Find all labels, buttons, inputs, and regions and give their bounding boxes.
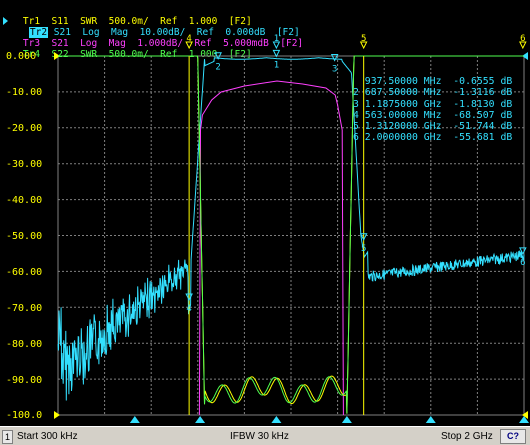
y-tick-label: -50.00 bbox=[6, 231, 43, 242]
y-tick-label: -20.00 bbox=[6, 123, 43, 134]
y-tick-label: -90.00 bbox=[6, 375, 43, 386]
start-frequency[interactable]: Start 300 kHz bbox=[17, 430, 78, 443]
measurement-plot[interactable]: 1 2 3 4 5 6 4 5 1 6 bbox=[0, 0, 530, 426]
y-tick-label: 0.000 bbox=[6, 51, 37, 62]
y-tick-label: -80.00 bbox=[6, 339, 43, 350]
y-tick-label: -40.00 bbox=[6, 195, 43, 206]
bottom-marker-icon bbox=[195, 416, 206, 423]
marker-top-flag-label: 5 bbox=[361, 34, 366, 44]
marker-top-flag-label: 1 bbox=[274, 34, 279, 44]
reference-arrow-icon bbox=[54, 411, 60, 419]
marker-top-flag-label: 4 bbox=[186, 34, 191, 44]
bottom-marker-icon bbox=[129, 416, 140, 423]
marker-readout-table: 937.50000 MHz -0.6555 dB 2 687.50000 MHz … bbox=[353, 76, 512, 144]
marker-triangle-icon bbox=[330, 54, 339, 62]
ifbw-setting[interactable]: IFBW 30 kHz bbox=[230, 430, 289, 443]
y-tick-label: -10.00 bbox=[6, 87, 43, 98]
marker-readout-row: 3 1.1875000 GHz -1.8130 dB bbox=[353, 98, 513, 110]
bottom-marker-icon bbox=[425, 416, 436, 423]
calibration-status-button[interactable]: C? bbox=[500, 429, 526, 444]
y-tick-label: -30.00 bbox=[6, 159, 43, 170]
marker-readout-row: 5 1.3120000 GHz -51.744 dB bbox=[353, 121, 513, 133]
marker-triangle-icon bbox=[272, 49, 281, 58]
marker-number-label: 2 bbox=[215, 63, 220, 73]
analyzer-screen: Tr1 S11 SWR 500.0m/ Ref 1.000 [F2] Tr2 S… bbox=[0, 0, 530, 445]
marker-readout-row: 6 2.0000000 GHz -55.681 dB bbox=[353, 132, 513, 144]
bottom-marker-icon bbox=[341, 416, 352, 423]
status-bar: 1 Start 300 kHz IFBW 30 kHz Stop 2 GHz C… bbox=[0, 426, 530, 445]
bottom-marker-icon bbox=[271, 416, 282, 423]
marker-top-flag-label: 6 bbox=[520, 34, 525, 44]
stop-frequency[interactable]: Stop 2 GHz bbox=[441, 430, 493, 443]
y-tick-label: -60.00 bbox=[6, 267, 43, 278]
marker-number-label: 5 bbox=[361, 244, 366, 254]
marker-readout-row: 2 687.50000 MHz -1.3116 dB bbox=[353, 87, 513, 99]
marker-readout-row: 937.50000 MHz -0.6555 dB bbox=[353, 76, 513, 87]
marker-number-label: 3 bbox=[332, 65, 337, 75]
trace-s21-finescale bbox=[198, 80, 344, 416]
y-tick-label: -100.0 bbox=[6, 410, 43, 421]
marker-number-label: 4 bbox=[186, 304, 191, 314]
y-tick-label: -70.00 bbox=[6, 303, 43, 314]
marker-number-label: 1 bbox=[274, 60, 279, 70]
marker-number-label: 6 bbox=[520, 258, 525, 268]
channel-indicator[interactable]: 1 bbox=[2, 430, 13, 444]
marker-readout-row: 4 563.00000 MHz -68.507 dB bbox=[353, 109, 513, 121]
